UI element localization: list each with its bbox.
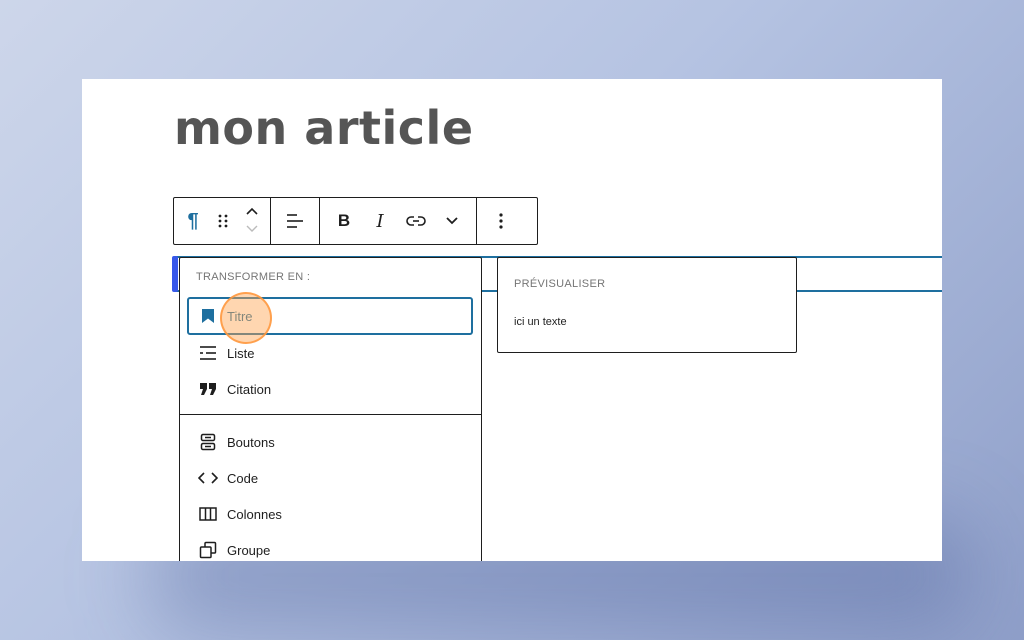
buttons-icon <box>198 432 218 452</box>
preview-panel: PRÉVISUALISER ici un texte <box>497 257 797 353</box>
align-left-icon <box>287 214 303 228</box>
transform-item-groupe[interactable]: Groupe <box>187 531 473 561</box>
transform-item-label: Groupe <box>227 542 271 558</box>
editor-canvas: mon article ¶ B I TRANSFORMER EN: Titre… <box>82 79 942 561</box>
preview-text: ici un texte <box>514 316 567 328</box>
transform-item-colonnes[interactable]: Colonnes <box>187 495 473 533</box>
italic-button[interactable]: I <box>362 198 398 244</box>
toolbar-group-options <box>477 198 525 244</box>
transform-item-boutons[interactable]: Boutons <box>187 423 473 461</box>
transform-item-citation[interactable]: Citation <box>187 370 473 408</box>
transform-item-label: Liste <box>227 345 255 361</box>
code-icon <box>198 468 218 488</box>
transform-item-label: Colonnes <box>227 506 282 522</box>
more-format-button[interactable] <box>434 198 470 244</box>
chevron-down-icon <box>246 225 258 232</box>
bookmark-icon <box>198 306 218 326</box>
group-icon <box>198 540 218 560</box>
transform-item-liste[interactable]: Liste <box>187 334 473 372</box>
toolbar-group-block: ¶ <box>174 198 271 244</box>
block-options-button[interactable] <box>483 198 519 244</box>
transform-item-titre[interactable]: Titre <box>187 297 473 335</box>
paragraph-icon: ¶ <box>187 209 199 232</box>
toolbar-group-align <box>271 198 320 244</box>
transform-menu: TRANSFORMER EN : Titre Liste Citation Bo… <box>179 257 482 561</box>
transform-item-code[interactable]: Code <box>187 459 473 497</box>
move-up-button[interactable] <box>245 203 259 221</box>
transform-item-label: Citation <box>227 381 272 397</box>
transform-item-label: Boutons <box>227 434 275 450</box>
drag-handle-icon <box>218 214 228 228</box>
quote-icon <box>198 379 218 399</box>
transform-item-label: Code <box>227 470 259 486</box>
more-vertical-icon <box>499 213 503 229</box>
bold-label: B <box>337 211 351 230</box>
transform-item-label: Titre <box>227 308 253 324</box>
preview-heading: PRÉVISUALISER <box>514 278 606 290</box>
transform-menu-divider <box>180 414 481 415</box>
block-selection-marker <box>172 256 178 292</box>
list-icon <box>198 343 218 363</box>
link-icon <box>406 216 426 226</box>
post-title[interactable]: mon article <box>174 101 474 155</box>
chevron-up-icon <box>246 207 258 215</box>
toolbar-group-format: B I <box>320 198 477 244</box>
italic-label: I <box>376 210 384 232</box>
chevron-down-icon <box>446 217 458 225</box>
columns-icon <box>198 504 218 524</box>
align-button[interactable] <box>271 198 319 244</box>
bold-button[interactable]: B <box>326 198 362 244</box>
paragraph-block-type-button[interactable]: ¶ <box>178 198 208 244</box>
block-toolbar: ¶ B I <box>173 197 538 245</box>
transform-menu-heading: TRANSFORMER EN : <box>196 271 311 283</box>
link-button[interactable] <box>398 198 434 244</box>
drag-handle[interactable] <box>208 198 238 244</box>
block-mover <box>238 198 266 244</box>
move-down-button[interactable] <box>245 221 259 239</box>
